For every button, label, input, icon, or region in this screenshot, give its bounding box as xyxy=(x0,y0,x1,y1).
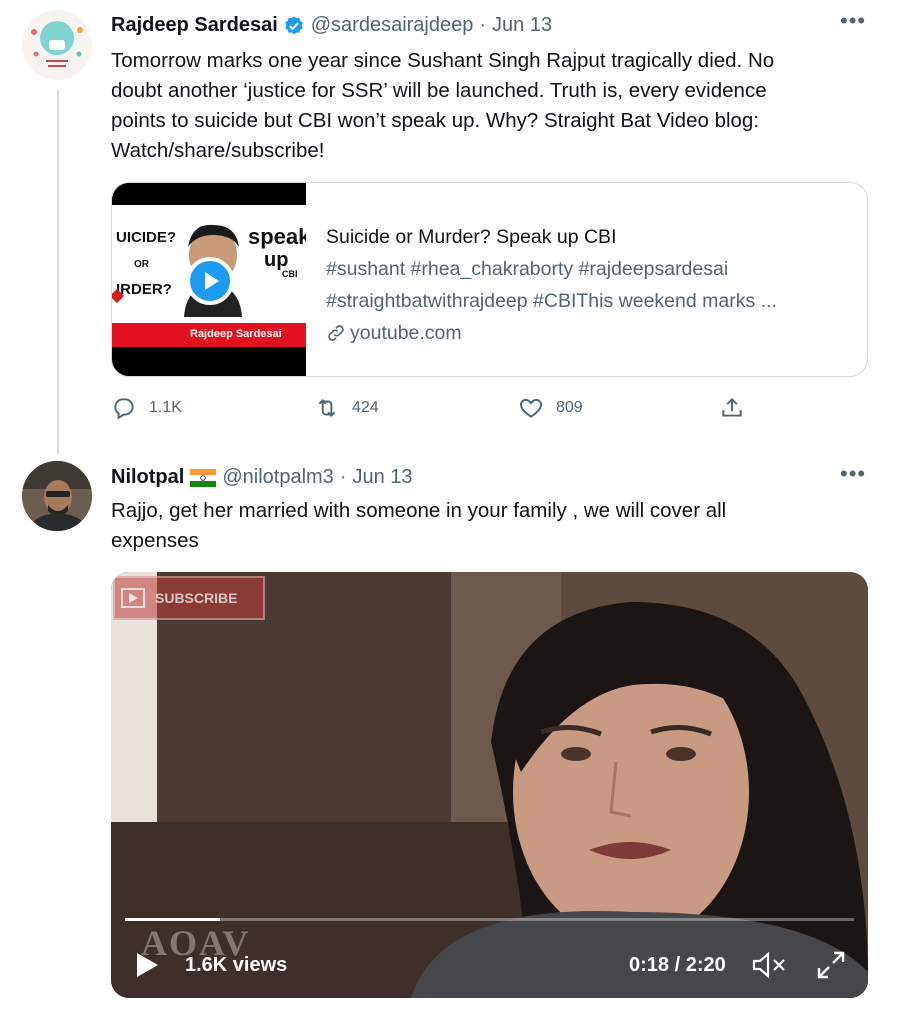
tweet-rajdeep[interactable]: Rajdeep Sardesai @sardesairajdeep · Jun … xyxy=(0,0,900,450)
more-horizontal-icon[interactable]: ••• xyxy=(840,461,866,487)
thumbnail-text: OR xyxy=(134,259,149,270)
play-icon[interactable] xyxy=(133,950,161,980)
fullscreen-icon[interactable] xyxy=(815,949,847,981)
display-name[interactable]: Rajdeep Sardesai xyxy=(111,14,278,37)
reply-count: 1.1K xyxy=(149,399,182,416)
thumbnail-text: CBI xyxy=(282,269,298,279)
tweet-text-line: Watch/share/subscribe! xyxy=(111,139,325,162)
tweet-header: Rajdeep Sardesai @sardesairajdeep · Jun … xyxy=(111,14,552,37)
share-button[interactable] xyxy=(719,395,745,421)
card-description-line: #straightbatwithrajdeep #CBIThis weekend… xyxy=(326,290,777,312)
video-player[interactable]: SUBSCRIBE AOAV 1.6K views 0:18 / 2:20 xyxy=(111,572,868,998)
subscribe-text: SUBSCRIBE xyxy=(155,590,238,606)
tweet-text: Tomorrow marks one year since Sushant Si… xyxy=(111,46,851,166)
tweet-date[interactable]: Jun 13 xyxy=(492,14,552,37)
share-icon xyxy=(722,397,742,417)
avatar-image xyxy=(22,461,92,531)
tweet-text-line: Rajjo, get her married with someone in y… xyxy=(111,499,727,522)
tweet-text-line: points to suicide but CBI won’t speak up… xyxy=(111,109,760,132)
tweet-date[interactable]: Jun 13 xyxy=(352,466,412,489)
subscribe-overlay: SUBSCRIBE xyxy=(113,576,265,620)
retweet-button[interactable]: 424 xyxy=(314,395,379,421)
card-title: Suicide or Murder? Speak up CBI xyxy=(326,226,617,248)
link-card[interactable]: UICIDE? OR IRDER? speak up CBI Rajdeep S… xyxy=(111,182,868,377)
separator: · xyxy=(339,466,347,488)
video-controls: 1.6K views 0:18 / 2:20 xyxy=(111,942,868,986)
heart-icon xyxy=(520,398,542,418)
video-progress-bar[interactable] xyxy=(125,918,854,921)
separator: · xyxy=(479,14,487,36)
card-domain-text: youtube.com xyxy=(350,322,462,344)
play-icon[interactable] xyxy=(186,257,234,305)
retweet-count: 424 xyxy=(352,399,379,416)
card-description-line: #sushant #rhea_chakraborty #rajdeepsarde… xyxy=(326,258,729,280)
like-count: 809 xyxy=(556,399,583,416)
tweet-header: Nilotpal @nilotpalm3 · Jun 13 xyxy=(111,466,413,489)
view-count: 1.6K views xyxy=(185,954,288,976)
video-time: 0:18 / 2:20 xyxy=(629,954,726,976)
card-description: #sushant #rhea_chakraborty #rajdeepsarde… xyxy=(326,253,856,317)
card-domain: youtube.com xyxy=(326,317,856,349)
avatar-image xyxy=(22,10,92,80)
mute-icon[interactable] xyxy=(751,950,787,980)
verified-badge-icon xyxy=(283,15,305,37)
tweet-text-line: doubt another ‘justice for SSR’ will be … xyxy=(111,79,767,102)
avatar[interactable] xyxy=(22,461,92,531)
card-thumbnail[interactable]: UICIDE? OR IRDER? speak up CBI Rajdeep S… xyxy=(112,183,306,376)
tweet-text: Rajjo, get her married with someone in y… xyxy=(111,496,851,556)
reply-icon xyxy=(114,398,134,420)
youtube-play-icon xyxy=(121,588,145,608)
like-button[interactable]: 809 xyxy=(518,395,583,421)
tweet-actions: 1.1K 424 809 xyxy=(0,395,900,429)
display-name[interactable]: Nilotpal xyxy=(111,466,184,489)
thumbnail-text: speak xyxy=(248,224,306,249)
retweet-icon xyxy=(318,399,336,417)
thumbnail-text: UICIDE? xyxy=(116,229,176,246)
tweet-text-line: Tomorrow marks one year since Sushant Si… xyxy=(111,49,775,72)
video-progress-fill xyxy=(125,918,220,921)
card-info: Suicide or Murder? Speak up CBI #sushant… xyxy=(326,221,856,349)
tweet-text-line: expenses xyxy=(111,529,199,552)
more-horizontal-icon[interactable]: ••• xyxy=(840,8,866,34)
reply-button[interactable]: 1.1K xyxy=(111,395,182,421)
handle[interactable]: @nilotpalm3 xyxy=(222,466,333,489)
thumbnail-banner-text: Rajdeep Sardesai xyxy=(190,328,282,340)
avatar[interactable] xyxy=(22,10,92,80)
handle[interactable]: @sardesairajdeep xyxy=(311,14,474,37)
link-icon xyxy=(326,323,346,343)
flag-emoji xyxy=(190,468,217,487)
